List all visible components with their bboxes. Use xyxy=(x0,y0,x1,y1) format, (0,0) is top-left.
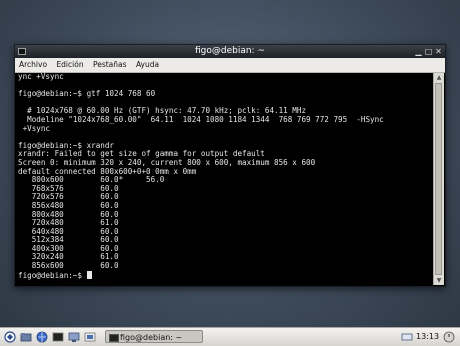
terminal-line: Modeline "1024x768_60.00" 64.11 1024 108… xyxy=(18,114,384,124)
power-icon[interactable] xyxy=(443,331,455,343)
terminal-app-icon xyxy=(18,48,26,55)
prompt-text: figo@debian:~$ xyxy=(18,270,87,280)
scroll-up-icon[interactable]: ▲ xyxy=(434,73,444,82)
terminal-line: +Vsync xyxy=(18,123,51,133)
network-icon[interactable] xyxy=(401,331,413,343)
terminal-app-icon xyxy=(109,334,119,342)
debian-menu-icon[interactable] xyxy=(4,331,16,343)
taskbar: figo@debian: ~ 13:13 xyxy=(0,327,460,346)
desktop-icon[interactable] xyxy=(68,331,80,343)
minimize-icon[interactable]: ▁ xyxy=(414,47,423,56)
browser-icon[interactable] xyxy=(36,331,48,343)
menubar: Archivo Edición Pestañas Ayuda xyxy=(15,58,445,73)
scroll-down-icon[interactable]: ▼ xyxy=(434,276,444,285)
menu-edicion[interactable]: Edición xyxy=(56,60,83,69)
terminal-line: ync +Vsync xyxy=(18,73,64,81)
terminal-line: figo@debian:~$ gtf 1024 768 60 xyxy=(18,89,156,99)
scrollbar-thumb[interactable] xyxy=(435,83,442,275)
menu-pestanas[interactable]: Pestañas xyxy=(93,60,127,69)
file-manager-icon[interactable] xyxy=(20,331,32,343)
terminal-scrollbar[interactable]: ▲ ▼ xyxy=(433,73,444,285)
prompt-line: figo@debian:~$ xyxy=(18,270,435,281)
window-titlebar[interactable]: figo@debian: ~ ▁ □ ✕ xyxy=(15,45,445,58)
menu-ayuda[interactable]: Ayuda xyxy=(136,60,159,69)
terminal-output[interactable]: ync +Vsync figo@debian:~$ gtf 1024 768 6… xyxy=(16,73,435,285)
clock[interactable]: 13:13 xyxy=(416,328,439,346)
switch-workspace-icon[interactable] xyxy=(84,331,96,343)
taskbar-window-label: figo@debian: ~ xyxy=(120,333,183,342)
window-title: figo@debian: ~ xyxy=(194,46,265,56)
terminal-launcher-icon[interactable] xyxy=(52,331,64,343)
terminal-window: figo@debian: ~ ▁ □ ✕ Archivo Edición Pes… xyxy=(14,44,446,287)
menu-archivo[interactable]: Archivo xyxy=(19,60,47,69)
taskbar-window-button[interactable]: figo@debian: ~ xyxy=(105,330,203,343)
maximize-icon[interactable]: □ xyxy=(424,47,433,56)
terminal-line: 856x600 60.0 xyxy=(18,261,119,271)
text-cursor xyxy=(86,270,92,279)
close-icon[interactable]: ✕ xyxy=(434,47,443,56)
